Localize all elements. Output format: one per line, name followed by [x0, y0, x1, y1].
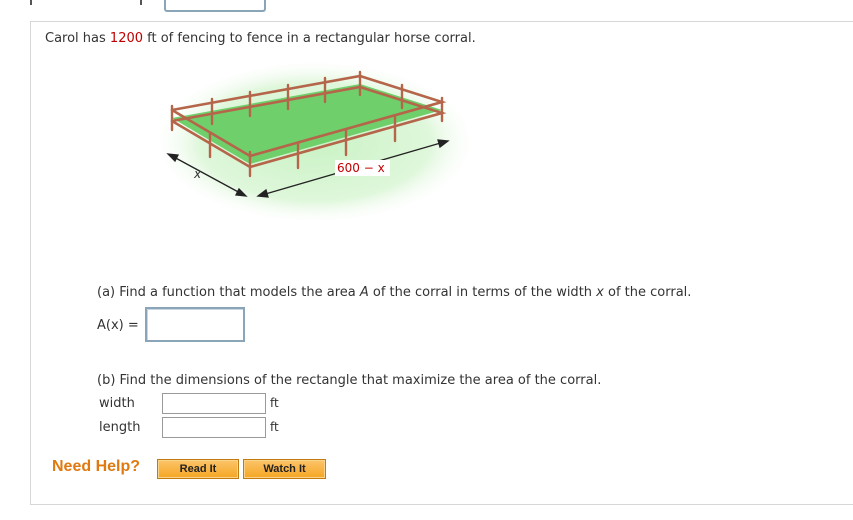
watch-it-button[interactable]: Watch It	[243, 459, 326, 479]
width-label: x	[193, 167, 202, 181]
previous-answer-box[interactable]	[164, 0, 266, 12]
var-x: x	[596, 285, 604, 300]
intro-text-end: ft of fencing to fence in a rectangular …	[143, 31, 476, 46]
length-input[interactable]	[162, 417, 266, 438]
width-input[interactable]	[162, 393, 266, 414]
part-a-text: (a) Find a function that models the area	[97, 285, 360, 300]
function-label: A(x) =	[97, 318, 139, 333]
area-function-input[interactable]	[145, 307, 245, 342]
width-row-label: width	[99, 396, 135, 411]
part-a-text-end: of the corral.	[603, 285, 692, 300]
part-b-prompt: (b) Find the dimensions of the rectangle…	[97, 373, 602, 388]
length-row-label: length	[99, 420, 141, 435]
length-unit: ft	[270, 420, 279, 434]
part-a-prompt: (a) Find a function that models the area…	[97, 285, 691, 300]
var-A: A	[359, 285, 369, 300]
top-edge-mark	[30, 0, 32, 5]
length-label: 600 − x	[337, 161, 385, 175]
part-a-text-mid: of the corral in terms of the width	[368, 285, 597, 300]
need-help-heading: Need Help?	[52, 458, 141, 475]
corral-figure: x 600 − x	[150, 58, 480, 226]
width-unit: ft	[270, 396, 279, 410]
top-edge-mark	[140, 0, 142, 5]
read-it-button[interactable]: Read It	[157, 459, 239, 479]
fence-length-number: 1200	[109, 31, 144, 46]
intro-text: Carol has	[45, 31, 110, 46]
problem-statement: Carol has 1200 ft of fencing to fence in…	[45, 31, 476, 46]
